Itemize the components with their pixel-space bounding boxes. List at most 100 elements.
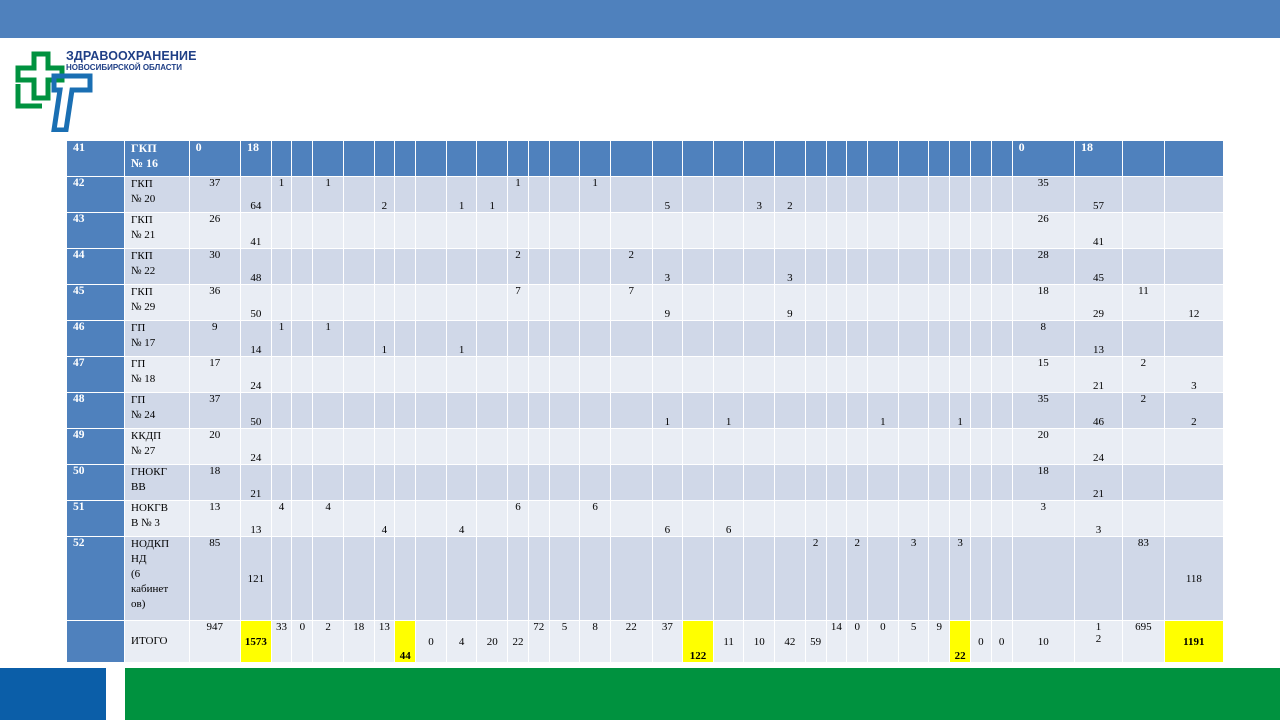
table-cell <box>712 536 745 621</box>
table-cell <box>394 500 417 537</box>
institution-name: ГП № 24 <box>124 392 190 429</box>
table-cell <box>579 212 611 249</box>
table-cell <box>527 500 550 537</box>
table-cell: 1191 <box>1163 620 1225 663</box>
table-cell <box>897 284 930 321</box>
table-cell <box>743 392 776 429</box>
table-cell <box>445 356 478 393</box>
table-cell <box>1122 140 1165 177</box>
institution-name: ГКП № 21 <box>124 212 190 249</box>
table-cell: 26 <box>188 212 242 249</box>
table-cell: 2 <box>609 248 653 285</box>
table-cell <box>579 428 611 465</box>
row-number: 45 <box>66 284 125 321</box>
row-number: 50 <box>66 464 125 501</box>
table-cell <box>825 356 848 393</box>
table-cell <box>928 428 951 465</box>
table-cell <box>476 284 509 321</box>
table-cell <box>373 536 396 621</box>
table-cell <box>990 140 1013 177</box>
table-cell: 4 <box>312 500 344 537</box>
table-cell: 1 <box>373 320 396 357</box>
table-cell <box>445 212 478 249</box>
table-cell <box>712 320 745 357</box>
table-cell <box>804 320 827 357</box>
table-cell <box>291 248 314 285</box>
table-cell: 121 <box>240 536 272 621</box>
table-cell <box>1163 248 1225 285</box>
table-cell <box>270 284 293 321</box>
table-cell <box>291 176 314 213</box>
table-cell <box>990 428 1013 465</box>
institution-name: ГКП № 22 <box>124 248 190 285</box>
table-cell <box>682 392 714 429</box>
table-cell <box>990 212 1013 249</box>
table-cell <box>990 536 1013 621</box>
table-cell: 18 <box>1011 464 1075 501</box>
table-cell: 3 <box>651 248 684 285</box>
statistics-table: 41 ГКП № 16 0 18 0 18 42 ГКП № 20 37 64 1 1 2 1 1 1 1 5 3 2 35… <box>66 140 1225 663</box>
table-cell <box>415 212 447 249</box>
table-cell: 3 <box>743 176 776 213</box>
table-cell <box>394 356 417 393</box>
table-cell: 48 <box>240 248 272 285</box>
table-cell <box>969 248 992 285</box>
institution-name: ГП № 18 <box>124 356 190 393</box>
institution-name: ГНОКГ ВВ <box>124 464 190 501</box>
institution-name: НОКГВ В № 3 <box>124 500 190 537</box>
table-cell: 1 <box>270 320 293 357</box>
table-cell <box>312 464 344 501</box>
table-cell <box>548 176 581 213</box>
table-cell <box>682 176 714 213</box>
table-cell <box>969 212 992 249</box>
table-cell: 6 <box>507 500 529 537</box>
table-cell: 18 <box>188 464 242 501</box>
table-row: 44 ГКП № 22 30 48 2 2 3 3 28 45 <box>66 248 1225 285</box>
table-cell <box>825 392 848 429</box>
table-cell <box>846 212 869 249</box>
table-cell <box>1163 140 1225 177</box>
table-cell <box>342 500 375 537</box>
bottom-bar-blue <box>0 668 106 720</box>
table-cell <box>373 428 396 465</box>
table-cell: 1 <box>312 320 344 357</box>
table-cell: 947 <box>188 620 242 663</box>
table-cell <box>897 176 930 213</box>
table-cell <box>476 536 509 621</box>
table-cell: 2 <box>1163 392 1225 429</box>
table-cell: 1 <box>507 176 529 213</box>
table-cell <box>609 356 653 393</box>
table-cell: 11 <box>1122 284 1165 321</box>
data-table: 41 ГКП № 16 0 18 0 18 42 ГКП № 20 37 64 1 1 2 1 1 1 1 5 3 2 35… <box>66 140 1225 663</box>
table-cell <box>394 140 417 177</box>
table-cell: 15 <box>1011 356 1075 393</box>
logo: ЗДРАВООХРАНЕНИЕ НОВОСИБИРСКОЙ ОБЛАСТИ <box>14 46 214 132</box>
table-cell: 35 <box>1011 392 1075 429</box>
table-cell: 1 <box>949 392 971 429</box>
logo-title: ЗДРАВООХРАНЕНИЕ <box>66 49 197 63</box>
institution-name: ГКП № 16 <box>124 140 190 177</box>
table-cell <box>867 464 899 501</box>
table-cell <box>846 176 869 213</box>
table-cell <box>394 320 417 357</box>
table-cell: 10 <box>1011 620 1075 663</box>
table-cell <box>579 536 611 621</box>
table-cell: 4 <box>270 500 293 537</box>
table-cell <box>804 356 827 393</box>
table-cell <box>990 392 1013 429</box>
table-cell <box>846 500 869 537</box>
table-cell <box>312 392 344 429</box>
table-cell <box>651 428 684 465</box>
table-cell <box>928 284 951 321</box>
table-cell <box>990 248 1013 285</box>
table-cell <box>476 212 509 249</box>
table-cell <box>548 428 581 465</box>
table-cell <box>1163 176 1225 213</box>
table-cell <box>949 176 971 213</box>
table-row: 43 ГКП № 21 26 41 26 41 <box>66 212 1225 249</box>
table-cell <box>949 212 971 249</box>
table-cell <box>507 356 529 393</box>
table-cell: 14 <box>240 320 272 357</box>
table-cell <box>394 536 417 621</box>
table-cell: 72 <box>527 620 550 663</box>
